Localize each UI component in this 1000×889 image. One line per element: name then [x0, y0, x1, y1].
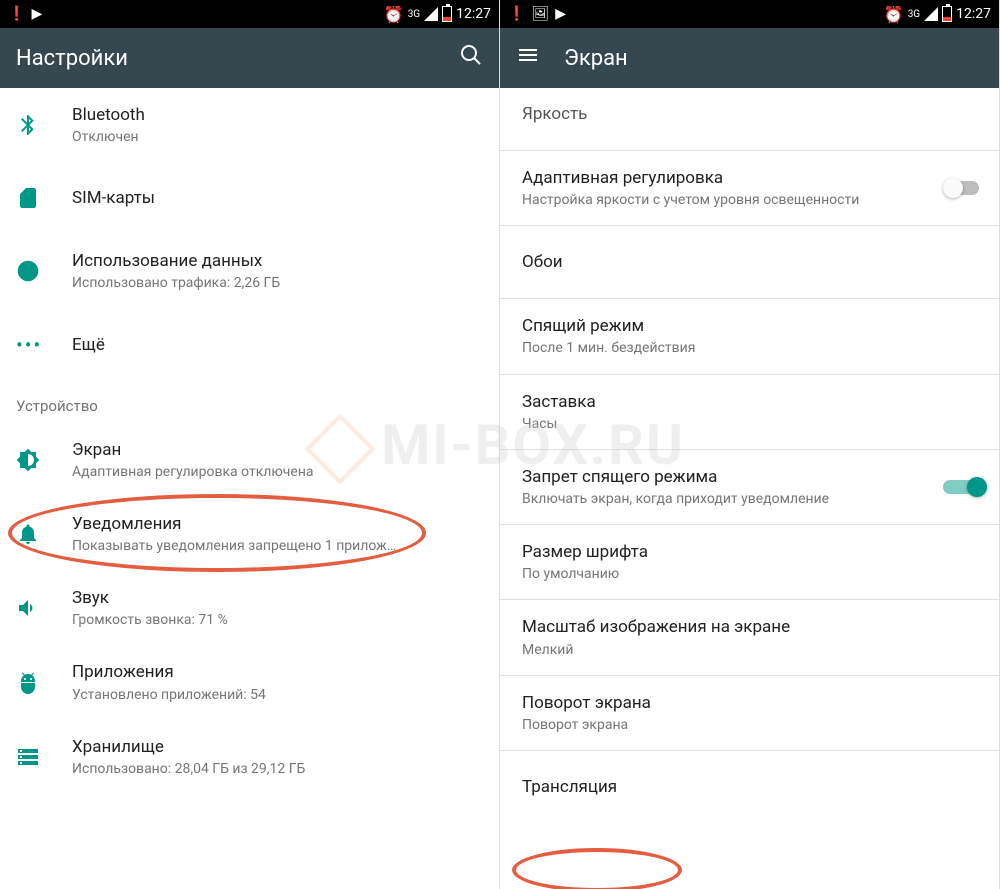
right-phone: ❗ 🖼 ▶ ⏰ 3G 12:27 Экран Яркость Адаптивна…	[500, 0, 1000, 889]
item-sub: Мелкий	[522, 641, 983, 659]
item-sub: Установлено приложений: 54	[72, 686, 483, 704]
item-title: Приложения	[72, 661, 483, 683]
list-item-display-scale[interactable]: Масштаб изображения на экране Мелкий	[500, 600, 999, 674]
list-item-font-size[interactable]: Размер шрифта По умолчанию	[500, 525, 999, 599]
alert-icon: ❗	[8, 6, 25, 22]
section-header: Устройство	[0, 381, 499, 423]
item-title: Запрет спящего режима	[522, 466, 943, 488]
network-label: 3G	[908, 9, 920, 20]
sim-icon	[16, 186, 40, 210]
storage-icon	[16, 745, 40, 769]
item-title: Адаптивная регулировка	[522, 167, 943, 189]
toggle-adaptive[interactable]	[943, 178, 983, 198]
alarm-icon: ⏰	[384, 5, 404, 24]
menu-icon[interactable]	[516, 43, 540, 73]
item-title: Размер шрифта	[522, 541, 983, 563]
list-item-notifications[interactable]: Уведомления Показывать уведомления запре…	[0, 497, 499, 571]
youtube-icon: ▶	[555, 6, 566, 22]
item-sub: Часы	[522, 415, 983, 433]
clock: 12:27	[456, 6, 491, 22]
item-title: Поворот экрана	[522, 692, 983, 714]
more-icon: •••	[16, 333, 42, 357]
youtube-icon: ▶	[31, 6, 42, 22]
clock: 12:27	[956, 6, 991, 22]
highlight-cast	[512, 848, 682, 889]
battery-icon	[442, 6, 452, 22]
item-sub: Показывать уведомления запрещено 1 прило…	[72, 537, 483, 555]
signal-icon	[424, 7, 438, 21]
list-item-data[interactable]: Использование данных Использовано трафик…	[0, 234, 499, 308]
bluetooth-icon	[16, 113, 40, 137]
left-phone: ❗ ▶ ⏰ 3G 12:27 Настройки Bluetooth Отклю…	[0, 0, 500, 889]
alarm-icon: ⏰	[884, 5, 904, 24]
item-title: Экран	[72, 439, 483, 461]
display-settings-list: Яркость Адаптивная регулировка Настройка…	[500, 88, 999, 889]
item-title: Масштаб изображения на экране	[522, 616, 983, 638]
item-title: SIM-карты	[72, 187, 483, 209]
status-bar: ❗ ▶ ⏰ 3G 12:27	[0, 0, 499, 28]
item-sub: Громкость звонка: 71 %	[72, 611, 483, 629]
item-title: Ещё	[72, 334, 483, 356]
item-title: Звук	[72, 587, 483, 609]
list-item-sound[interactable]: Звук Громкость звонка: 71 %	[0, 571, 499, 645]
item-title: Уведомления	[72, 513, 483, 535]
sound-icon	[16, 596, 40, 620]
item-sub: Поворот экрана	[522, 716, 983, 734]
item-sub: Использовано: 28,04 ГБ из 29,12 ГБ	[72, 760, 483, 778]
item-title: Bluetooth	[72, 104, 483, 126]
battery-icon	[942, 6, 952, 22]
app-title: Экран	[564, 46, 628, 71]
list-item-screensaver[interactable]: Заставка Часы	[500, 375, 999, 449]
network-label: 3G	[408, 9, 420, 20]
item-sub: Включать экран, когда приходит уведомлен…	[522, 490, 943, 508]
apps-icon	[16, 671, 40, 695]
item-title: Обои	[522, 251, 983, 273]
alert-icon: ❗	[508, 6, 525, 22]
bell-icon	[16, 522, 40, 546]
app-title: Настройки	[16, 46, 128, 71]
app-bar: Настройки	[0, 28, 499, 88]
item-title: Трансляция	[522, 776, 983, 798]
item-title: Яркость	[522, 103, 983, 125]
list-item-cast[interactable]: Трансляция	[500, 751, 999, 823]
item-sub: По умолчанию	[522, 565, 983, 583]
item-sub: Настройка яркости с учетом уровня освеще…	[522, 191, 943, 209]
signal-icon	[924, 7, 938, 21]
search-icon[interactable]	[459, 43, 483, 73]
item-title: Спящий режим	[522, 315, 983, 337]
list-item-wallpaper[interactable]: Обои	[500, 226, 999, 298]
status-bar: ❗ 🖼 ▶ ⏰ 3G 12:27	[500, 0, 999, 28]
item-title: Заставка	[522, 391, 983, 413]
list-item-sleep[interactable]: Спящий режим После 1 мин. бездействия	[500, 299, 999, 373]
list-item-storage[interactable]: Хранилище Использовано: 28,04 ГБ из 29,1…	[0, 720, 499, 794]
list-item-brightness-cutoff[interactable]: Яркость	[500, 88, 999, 150]
list-item-sim[interactable]: SIM-карты	[0, 162, 499, 234]
list-item-apps[interactable]: Приложения Установлено приложений: 54	[0, 645, 499, 719]
list-item-bluetooth[interactable]: Bluetooth Отключен	[0, 88, 499, 162]
item-title: Хранилище	[72, 736, 483, 758]
list-item-rotation[interactable]: Поворот экрана Поворот экрана	[500, 676, 999, 750]
item-title: Использование данных	[72, 250, 483, 272]
item-sub: После 1 мин. бездействия	[522, 339, 983, 357]
list-item-more[interactable]: ••• Ещё	[0, 309, 499, 381]
toggle-prevent-sleep[interactable]	[943, 477, 983, 497]
list-item-adaptive[interactable]: Адаптивная регулировка Настройка яркости…	[500, 151, 999, 225]
settings-list: Bluetooth Отключен SIM-карты Использован…	[0, 88, 499, 889]
app-bar: Экран	[500, 28, 999, 88]
item-sub: Адаптивная регулировка отключена	[72, 463, 483, 481]
item-sub: Использовано трафика: 2,26 ГБ	[72, 274, 483, 292]
item-sub: Отключен	[72, 128, 483, 146]
list-item-display[interactable]: Экран Адаптивная регулировка отключена	[0, 423, 499, 497]
image-icon: 🖼	[531, 6, 549, 22]
data-icon	[16, 259, 40, 283]
list-item-prevent-sleep[interactable]: Запрет спящего режима Включать экран, ко…	[500, 450, 999, 524]
display-icon	[16, 448, 40, 472]
